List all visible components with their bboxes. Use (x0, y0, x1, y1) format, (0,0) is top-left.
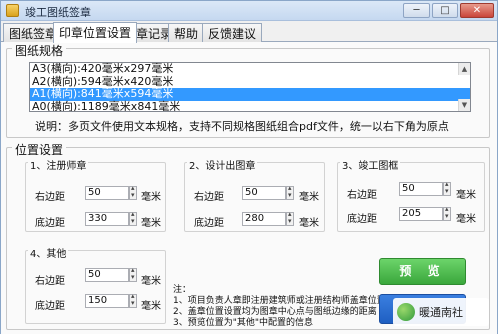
notes-heading: 注： (173, 285, 192, 295)
watermark-text: 暖通南社 (419, 306, 463, 319)
position-title: 位置设置 (12, 141, 67, 158)
right-margin-input[interactable]: 50 (242, 186, 286, 200)
unit-label: 毫米 (141, 192, 161, 203)
bottom-margin-input[interactable]: 205 (399, 207, 443, 221)
right-margin-input[interactable]: 50 (399, 182, 443, 196)
app-icon (6, 4, 19, 17)
watermark: 暖通南社 (393, 298, 489, 326)
right-margin-label: 右边距 (194, 192, 224, 203)
list-item[interactable]: A3(横向):420毫米x297毫米 (30, 63, 470, 76)
notes-block: 注： 1、项目负责人章即注册建筑师或注册结构师盖章位置 2、盖章位置设置均为图章… (173, 285, 386, 329)
spin-icon[interactable] (286, 184, 294, 200)
bottom-margin-input[interactable]: 330 (85, 212, 129, 226)
unit-label: 毫米 (141, 218, 161, 229)
app-window: 竣工图纸签章 ─ □ ✕ 图纸签章 印章位置设置 签章记录 帮助 反馈建议 图纸… (0, 0, 498, 334)
spin-icon[interactable] (129, 292, 137, 308)
subgroup-title: 2、设计出图章 (187, 157, 258, 172)
note-line: 3、预览位置为"其他"中配置的信息 (173, 318, 314, 328)
watermark-logo-icon (397, 303, 415, 321)
list-item-selected[interactable]: A1(横向):841毫米x594毫米 (30, 88, 470, 101)
close-button[interactable]: ✕ (460, 3, 494, 18)
tab-feedback[interactable]: 反馈建议 (202, 23, 263, 42)
other-stamp-group (25, 250, 166, 324)
unit-label: 毫米 (299, 192, 319, 203)
bottom-margin-label: 底边距 (347, 214, 377, 225)
bottom-margin-label: 底边距 (35, 301, 65, 312)
bottom-margin-input[interactable]: 150 (85, 294, 129, 308)
bottom-margin-input[interactable]: 280 (242, 212, 286, 226)
unit-label: 毫米 (456, 190, 476, 201)
scroll-up-icon[interactable]: ▲ (458, 63, 470, 75)
title-bar: 竣工图纸签章 ─ □ ✕ (1, 1, 497, 21)
paper-spec-note: 说明：多页文件使用文本规格，支持不同规格图纸组合pdf文件，统一以右下角为原点 (35, 120, 449, 133)
spin-icon[interactable] (129, 210, 137, 226)
spin-icon[interactable] (129, 266, 137, 282)
subgroup-title: 4、其他 (28, 245, 69, 260)
bottom-margin-label: 底边距 (194, 218, 224, 229)
unit-label: 毫米 (299, 218, 319, 229)
scroll-down-icon[interactable]: ▼ (458, 99, 470, 111)
right-margin-input[interactable]: 50 (85, 186, 129, 200)
tab-stamp-position[interactable]: 印章位置设置 (53, 22, 138, 43)
tab-strip: 图纸签章 印章位置设置 签章记录 帮助 反馈建议 (1, 22, 497, 43)
subgroup-title: 1、注册师章 (28, 157, 89, 172)
list-item[interactable]: A0(横向):1189毫米x841毫米 (30, 100, 470, 111)
spin-icon[interactable] (286, 210, 294, 226)
window-title: 竣工图纸签章 (25, 6, 91, 19)
unit-label: 毫米 (141, 276, 161, 287)
subgroup-title: 3、竣工图框 (340, 157, 401, 172)
right-margin-label: 右边距 (35, 276, 65, 287)
position-settings-panel: 图纸规格 A3(横向):420毫米x297毫米 A2(横向):594毫米x420… (1, 42, 497, 334)
note-line: 2、盖章位置设置均为图章中心点与图纸边缘的距离 (173, 307, 377, 317)
note-line: 1、项目负责人章即注册建筑师或注册结构师盖章位置 (173, 296, 386, 306)
right-margin-label: 右边距 (347, 190, 377, 201)
unit-label: 毫米 (456, 214, 476, 225)
minimize-button[interactable]: ─ (403, 3, 430, 18)
preview-button[interactable]: 预 览 (379, 258, 466, 285)
spin-icon[interactable] (443, 180, 451, 196)
tab-help[interactable]: 帮助 (168, 23, 205, 42)
spin-icon[interactable] (129, 184, 137, 200)
paper-spec-title: 图纸规格 (12, 42, 67, 59)
bottom-margin-label: 底边距 (35, 218, 65, 229)
maximize-button[interactable]: □ (432, 3, 458, 18)
right-margin-label: 右边距 (35, 192, 65, 203)
unit-label: 毫米 (141, 301, 161, 312)
spin-icon[interactable] (443, 205, 451, 221)
right-margin-input[interactable]: 50 (85, 268, 129, 282)
paper-spec-listbox[interactable]: A3(横向):420毫米x297毫米 A2(横向):594毫米x420毫米 A1… (29, 62, 471, 112)
